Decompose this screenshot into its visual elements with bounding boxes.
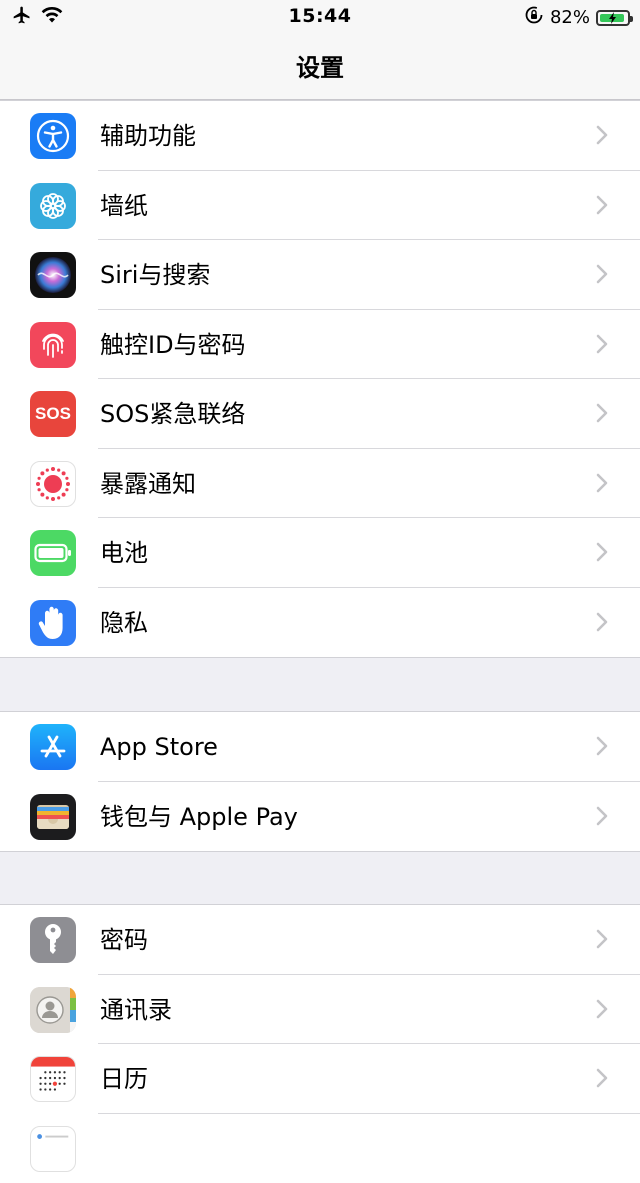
settings-row-exposure-notifications[interactable]: 暴露通知 <box>0 449 640 519</box>
chevron-right-icon <box>596 125 608 145</box>
chevron-right-icon <box>596 264 608 284</box>
chevron-right-icon <box>596 542 608 562</box>
settings-row-label: 墙纸 <box>100 191 148 221</box>
fingerprint-icon <box>30 322 76 368</box>
settings-row-accessibility[interactable]: 辅助功能 <box>0 101 640 171</box>
settings-row-wallpaper[interactable]: 墙纸 <box>0 171 640 241</box>
battery-charging-icon <box>596 10 630 26</box>
calendar-icon <box>30 1056 76 1102</box>
settings-row-label: 日历 <box>100 1064 148 1094</box>
orientation-lock-icon <box>524 5 544 30</box>
chevron-right-icon <box>596 195 608 215</box>
settings-row-label: App Store <box>100 732 218 762</box>
battery-percent: 82% <box>550 7 590 28</box>
settings-row-sos[interactable]: SOS SOS紧急联络 <box>0 379 640 449</box>
settings-row-siri[interactable]: Siri与搜索 <box>0 240 640 310</box>
settings-row-label: 通讯录 <box>100 995 172 1025</box>
key-icon <box>30 917 76 963</box>
settings-row-label: 触控ID与密码 <box>100 330 246 360</box>
app-store-icon <box>30 724 76 770</box>
page-title: 设置 <box>0 48 640 83</box>
status-bar: 15:44 82% <box>0 0 640 34</box>
wallet-icon <box>30 794 76 840</box>
settings-row-label: 密码 <box>100 925 148 955</box>
settings-row-label: SOS紧急联络 <box>100 399 245 429</box>
navigation-bar: 设置 <box>0 34 640 100</box>
settings-row-label: Siri与搜索 <box>100 260 210 290</box>
settings-row-wallet[interactable]: 钱包与 Apple Pay <box>0 782 640 852</box>
battery-icon <box>30 530 76 576</box>
privacy-hand-icon <box>30 600 76 646</box>
chevron-right-icon <box>596 612 608 632</box>
sos-icon-text: SOS <box>35 404 71 424</box>
chevron-right-icon <box>596 806 608 826</box>
settings-row-label: 暴露通知 <box>100 469 196 499</box>
settings-row-notes-partial[interactable] <box>0 1114 640 1183</box>
settings-group-3: 密码 通讯录 日历 <box>0 904 640 1183</box>
sos-icon: SOS <box>30 391 76 437</box>
settings-row-app-store[interactable]: App Store <box>0 712 640 782</box>
settings-row-touch-id[interactable]: 触控ID与密码 <box>0 310 640 380</box>
chevron-right-icon <box>596 334 608 354</box>
wallpaper-icon <box>30 183 76 229</box>
settings-row-contacts[interactable]: 通讯录 <box>0 975 640 1045</box>
settings-row-label: 辅助功能 <box>100 121 196 151</box>
settings-row-calendar[interactable]: 日历 <box>0 1044 640 1114</box>
chevron-right-icon <box>596 1068 608 1088</box>
settings-row-privacy[interactable]: 隐私 <box>0 588 640 658</box>
chevron-right-icon <box>596 473 608 493</box>
settings-group-1: 辅助功能 墙纸 Siri与搜索 触控ID与密码 SOS SOS紧急联络 <box>0 100 640 658</box>
chevron-right-icon <box>596 999 608 1019</box>
chevron-right-icon <box>596 403 608 423</box>
siri-icon <box>30 252 76 298</box>
settings-row-label: 电池 <box>100 538 148 568</box>
settings-row-label: 隐私 <box>100 608 148 638</box>
settings-row-label: 钱包与 Apple Pay <box>100 802 298 832</box>
contacts-icon <box>30 987 76 1033</box>
settings-row-passwords[interactable]: 密码 <box>0 905 640 975</box>
accessibility-icon <box>30 113 76 159</box>
exposure-notification-icon <box>30 461 76 507</box>
settings-row-battery[interactable]: 电池 <box>0 518 640 588</box>
chevron-right-icon <box>596 736 608 756</box>
settings-group-2: App Store 钱包与 Apple Pay <box>0 711 640 852</box>
chevron-right-icon <box>596 929 608 949</box>
notes-icon <box>30 1126 76 1172</box>
